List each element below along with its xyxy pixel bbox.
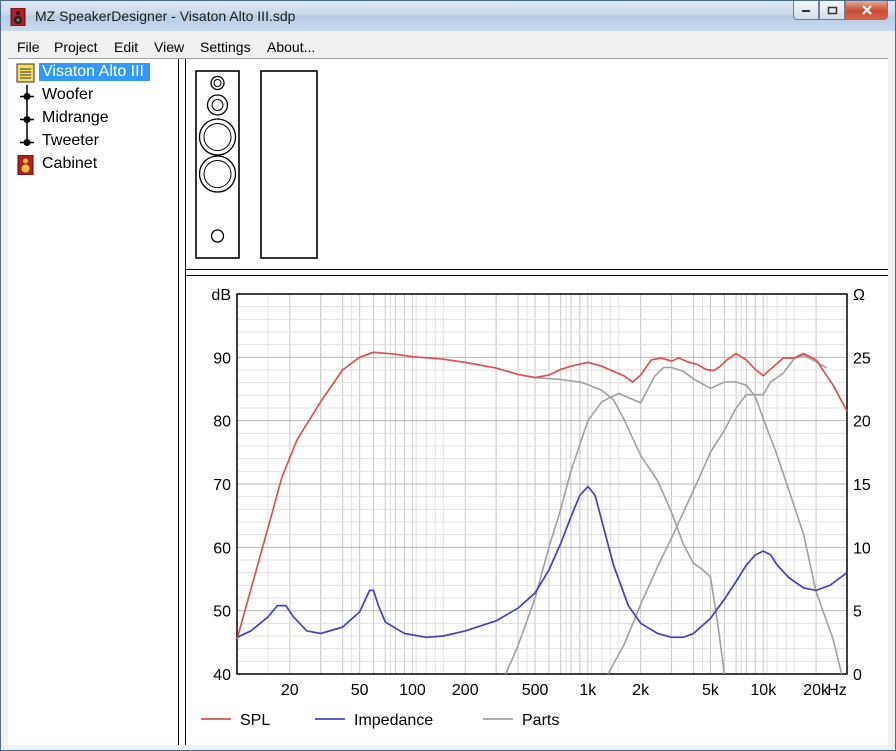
x-tick-label: 20k — [803, 682, 830, 699]
frequency-chart: 40 50 60 70 80 90 0 5 10 15 20 25 dB Ω 20 50 100 200 500 1k… — [201, 287, 871, 729]
y-right-tick-label: 0 — [853, 667, 862, 684]
client-area: Visaton Alto III Woofer Midrange Tweeter — [8, 58, 888, 745]
y-right-tick-label: 15 — [853, 477, 871, 494]
menu-settings[interactable]: Settings — [200, 39, 251, 55]
cabinet-preview-pane — [186, 59, 888, 270]
y-left-tick-label: 50 — [213, 604, 231, 621]
tree-label-woofer: Woofer — [42, 86, 94, 103]
window-title: MZ SpeakerDesigner - Visaton Alto III.sd… — [35, 8, 296, 24]
legend-label-parts: Parts — [522, 712, 559, 729]
y-right-axis-label: Ω — [853, 287, 865, 304]
close-button[interactable] — [845, 1, 888, 20]
x-tick-label: 500 — [522, 682, 549, 699]
menu-view[interactable]: View — [154, 39, 184, 55]
y-left-tick-label: 60 — [213, 540, 231, 557]
menu-edit[interactable]: Edit — [114, 39, 138, 55]
menu-about[interactable]: About... — [267, 39, 315, 55]
driver-node-icon — [20, 108, 34, 131]
y-left-tick-label: 70 — [213, 477, 231, 494]
woofer-2-outline — [198, 155, 237, 193]
main-window: MZ SpeakerDesigner - Visaton Alto III.sd… — [0, 0, 896, 751]
y-right-tick-label: 25 — [853, 350, 871, 367]
title-bar[interactable]: MZ SpeakerDesigner - Visaton Alto III.sd… — [1, 1, 895, 31]
speaker-app-icon — [10, 8, 26, 26]
tree-item-tweeter[interactable]: Tweeter — [8, 131, 178, 154]
cabinet-icon — [17, 155, 34, 175]
tree-label-cabinet: Cabinet — [42, 155, 98, 172]
cabinet-front-view — [195, 70, 240, 259]
cabinet-side-view — [260, 70, 318, 259]
x-tick-label: 200 — [452, 682, 479, 699]
cabinet-drawing — [195, 70, 318, 259]
window-controls — [793, 1, 888, 20]
tree-label-midrange: Midrange — [42, 109, 109, 126]
minimize-icon — [802, 10, 810, 12]
vertical-splitter[interactable] — [179, 59, 186, 745]
menu-project[interactable]: Project — [54, 39, 98, 55]
y-right-tick-label: 5 — [853, 604, 862, 621]
y-left-axis-label: dB — [211, 287, 231, 304]
minimize-button[interactable] — [793, 1, 819, 20]
tweeter-outline — [210, 75, 225, 91]
woofer-1-outline — [198, 118, 237, 156]
x-tick-label: 1k — [579, 682, 597, 699]
tree-item-project[interactable]: Visaton Alto III — [8, 62, 178, 85]
y-left-tick-label: 40 — [213, 667, 231, 684]
frequency-response-pane: 40 50 60 70 80 90 0 5 10 15 20 25 dB Ω 20 50 100 200 500 1k… — [186, 276, 888, 745]
y-left-tick-label: 80 — [213, 414, 231, 431]
x-tick-label: 2k — [632, 682, 650, 699]
bass-port — [210, 229, 225, 243]
y-left-tick-label: 90 — [213, 350, 231, 367]
x-tick-label: 10k — [750, 682, 777, 699]
y-right-tick-label: 20 — [853, 414, 871, 431]
project-icon — [16, 63, 35, 83]
menu-file[interactable]: File — [17, 39, 40, 55]
tree-item-woofer[interactable]: Woofer — [8, 85, 178, 108]
midrange-outline — [206, 94, 229, 116]
tree-label-project: Visaton Alto III — [39, 63, 150, 81]
project-tree[interactable]: Visaton Alto III Woofer Midrange Tweeter — [8, 59, 179, 745]
x-tick-label: 50 — [351, 682, 369, 699]
maximize-button[interactable] — [819, 1, 845, 20]
driver-node-icon — [20, 131, 34, 146]
y-right-tick-label: 10 — [853, 540, 871, 557]
x-tick-label: 20 — [281, 682, 299, 699]
legend-label-impedance: Impedance — [354, 712, 433, 729]
tree-item-cabinet[interactable]: Cabinet — [8, 154, 178, 177]
legend-label-spl: SPL — [240, 712, 270, 729]
close-icon — [861, 5, 872, 15]
driver-node-icon — [20, 85, 34, 108]
x-tick-label: 5k — [702, 682, 720, 699]
x-tick-label: 100 — [399, 682, 426, 699]
maximize-icon — [827, 6, 837, 14]
tree-label-tweeter: Tweeter — [42, 132, 99, 149]
tree-item-midrange[interactable]: Midrange — [8, 108, 178, 131]
menu-bar: File Project Edit View Settings About... — [8, 36, 888, 58]
x-unit-label: Hz — [827, 682, 847, 699]
